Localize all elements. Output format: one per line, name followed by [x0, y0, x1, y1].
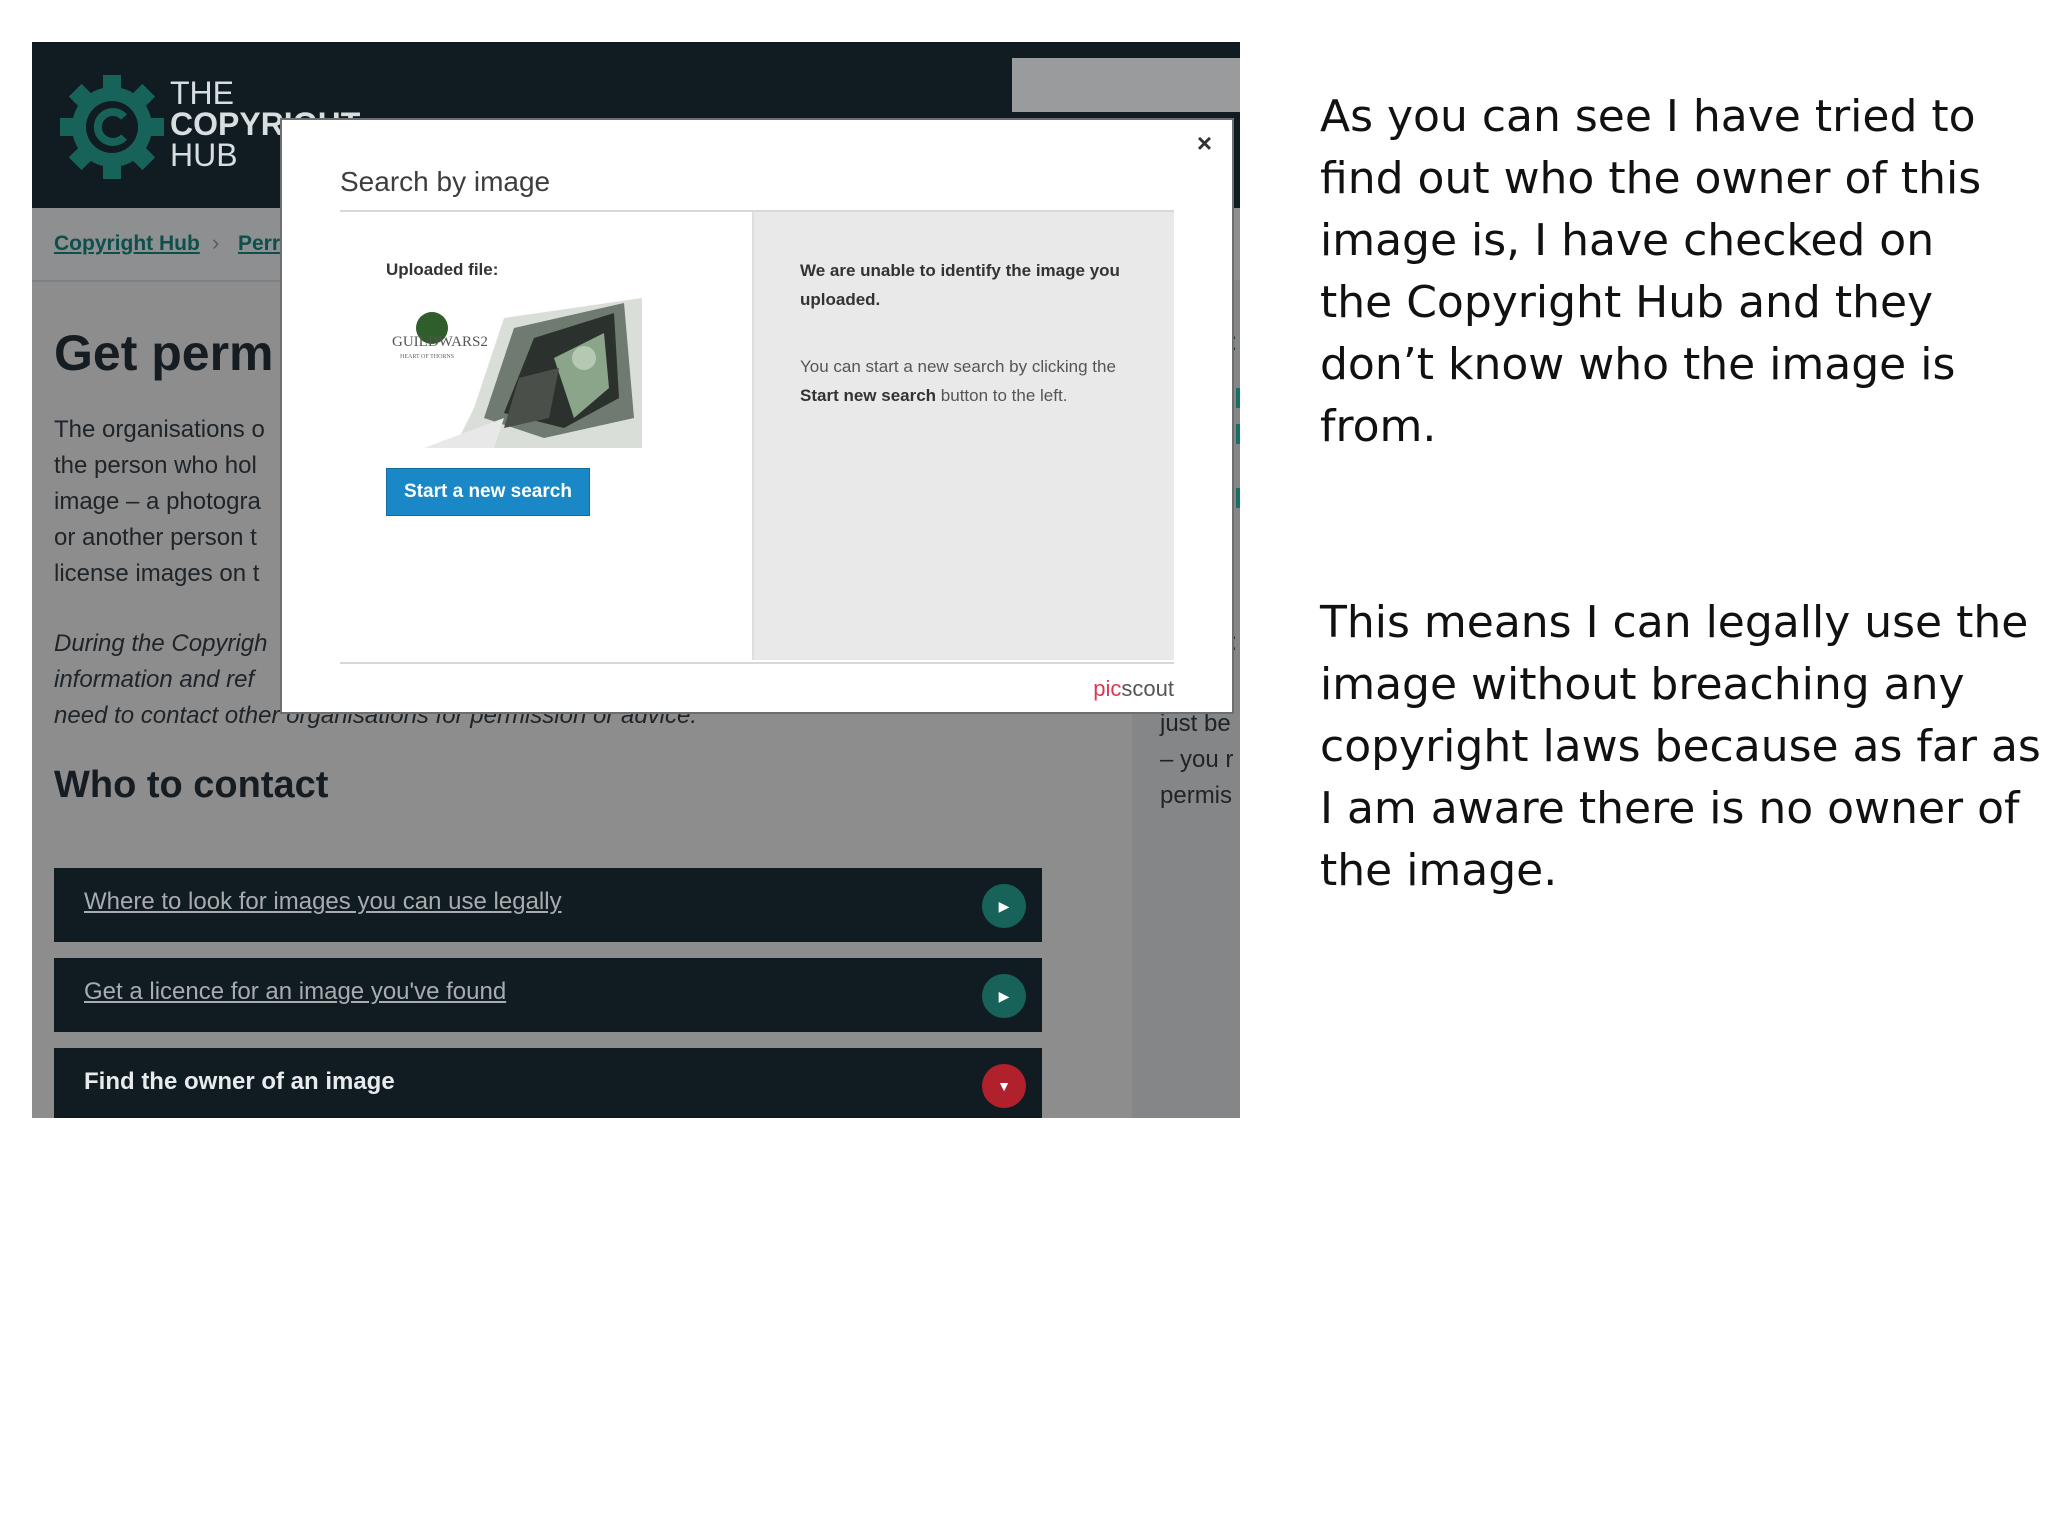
copyright-hub-logo-icon [60, 75, 164, 179]
thumbnail-subtitle: HEART OF THORNS [400, 354, 454, 360]
section-title-who-to-contact: Who to contact [54, 764, 329, 806]
chevron-right-icon[interactable]: ▶ [982, 974, 1026, 1018]
page-title: Get perm [54, 325, 274, 381]
no-match-message: We are unable to identify the image you … [800, 261, 1120, 309]
upload-pane: Uploaded file: GUILDWARS2 HEART OF THORN… [340, 212, 754, 660]
uploaded-image-thumbnail: GUILDWARS2 HEART OF THORNS [384, 298, 642, 448]
accordion-link[interactable]: Find the owner of an image [84, 1068, 395, 1096]
sidebar-text: just be – you r permis [1160, 710, 1234, 809]
chevron-down-icon[interactable]: ▼ [982, 1064, 1026, 1108]
header-search-box[interactable] [1012, 58, 1240, 112]
result-pane: We are unable to identify the image you … [754, 212, 1174, 660]
picscout-logo: picscout [1093, 676, 1174, 701]
slide-paragraph-2: This means I can legally use the image w… [1320, 597, 2041, 896]
accordion-item-find-owner[interactable]: Find the owner of an image ▼ [54, 1048, 1042, 1118]
breadcrumb-current-link[interactable]: Perr [238, 232, 280, 256]
intro-paragraph: The organisations o the person who hol i… [54, 416, 265, 587]
chevron-right-icon[interactable]: ▶ [982, 884, 1026, 928]
search-by-image-modal: × Search by image Uploaded file: GUILDWA… [280, 118, 1234, 714]
new-search-hint: You can start a new search by clicking t… [800, 357, 1116, 405]
accordion-link[interactable]: Where to look for images you can use leg… [84, 888, 562, 916]
start-new-search-button[interactable]: Start a new search [386, 468, 590, 516]
thumbnail-title: GUILDWARS2 [392, 334, 488, 350]
slide-paragraph-1: As you can see I have tried to find out … [1320, 91, 1982, 452]
close-icon[interactable]: × [1197, 128, 1212, 159]
accordion-item-find-legal-images[interactable]: Where to look for images you can use leg… [54, 868, 1042, 942]
breadcrumb-home-link[interactable]: Copyright Hub [54, 232, 200, 256]
copyright-hub-screenshot: THE COPYRIGHT HUB Copyright Hub › Perr G… [32, 42, 1240, 1118]
uploaded-file-label: Uploaded file: [386, 260, 499, 279]
accordion-item-get-licence[interactable]: Get a licence for an image you've found … [54, 958, 1042, 1032]
italic-note: During the Copyrigh information and ref [54, 630, 268, 693]
accordion-link[interactable]: Get a licence for an image you've found [84, 978, 506, 1006]
modal-title: Search by image [340, 166, 551, 197]
breadcrumb-separator: › [212, 230, 220, 255]
modal-body: Uploaded file: GUILDWARS2 HEART OF THORN… [340, 210, 1174, 664]
